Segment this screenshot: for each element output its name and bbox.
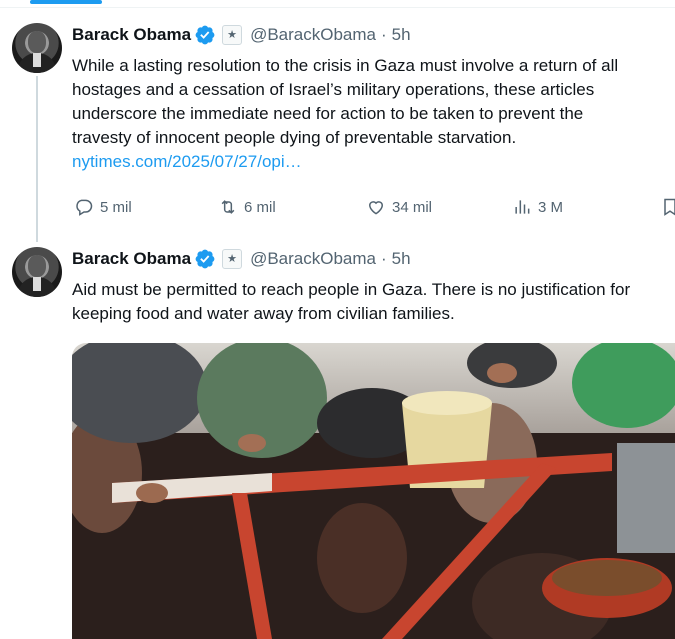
bookmark-icon xyxy=(664,198,675,216)
repost-count: 6 mil xyxy=(244,198,276,216)
tweet-text-line: Aid must be permitted to reach people in… xyxy=(72,280,631,299)
like-count: 34 mil xyxy=(392,198,433,216)
tweet-text: Aid must be permitted to reach people in… xyxy=(72,278,675,326)
tweet-header: Barack Obama ★ @BarackObama · 5h xyxy=(72,248,411,270)
heart-icon xyxy=(368,201,384,215)
like-button[interactable]: 34 mil xyxy=(366,195,432,219)
article-link[interactable]: nytimes.com/2025/07/27/opi… xyxy=(72,150,675,174)
timestamp[interactable]: 5h xyxy=(392,249,411,269)
tweet-text-line: travesty of innocent people dying of pre… xyxy=(72,128,517,147)
author-name[interactable]: Barack Obama xyxy=(72,25,191,45)
reply-count: 5 mil xyxy=(100,198,132,216)
avatar[interactable] xyxy=(12,23,62,73)
tweet-text-line: keeping food and water away from civilia… xyxy=(72,304,455,323)
separator-dot: · xyxy=(381,249,387,268)
thread-connector-line xyxy=(36,76,38,242)
timestamp[interactable]: 5h xyxy=(392,25,411,45)
reply-button[interactable]: 5 mil xyxy=(74,195,132,219)
view-count: 3 M xyxy=(538,198,564,216)
tweet-header: Barack Obama ★ @BarackObama · 5h xyxy=(72,24,411,46)
author-handle[interactable]: @BarackObama xyxy=(250,25,376,45)
tweet-photo[interactable] xyxy=(72,343,675,639)
tweet-text-line: underscore the immediate need for action… xyxy=(72,104,584,123)
government-seal-icon: ★ xyxy=(222,25,243,45)
separator-dot: · xyxy=(381,25,387,44)
repost-button[interactable]: 6 mil xyxy=(218,195,276,219)
views-chart-icon xyxy=(515,200,530,214)
photo-crowd-with-pots xyxy=(72,343,675,639)
reply-icon xyxy=(76,199,93,216)
author-handle[interactable]: @BarackObama xyxy=(250,249,376,269)
bookmark-button[interactable] xyxy=(660,195,675,219)
repost-icon xyxy=(221,200,235,214)
avatar[interactable] xyxy=(12,247,62,297)
author-name[interactable]: Barack Obama xyxy=(72,249,191,269)
tweet-text: While a lasting resolution to the crisis… xyxy=(72,54,675,174)
views-button[interactable]: 3 M xyxy=(512,195,563,219)
government-seal-icon: ★ xyxy=(222,249,243,269)
tweet-actions: 5 mil 6 mil 34 mil 3 M xyxy=(72,195,675,219)
tweet-text-line: hostages and a cessation of Israel’s mil… xyxy=(72,80,595,99)
verified-badge-icon xyxy=(195,249,215,269)
tweet[interactable]: Barack Obama ★ @BarackObama · 5h While a… xyxy=(0,0,675,242)
tweet-text-line: While a lasting resolution to the crisis… xyxy=(72,56,619,75)
verified-badge-icon xyxy=(195,25,215,45)
